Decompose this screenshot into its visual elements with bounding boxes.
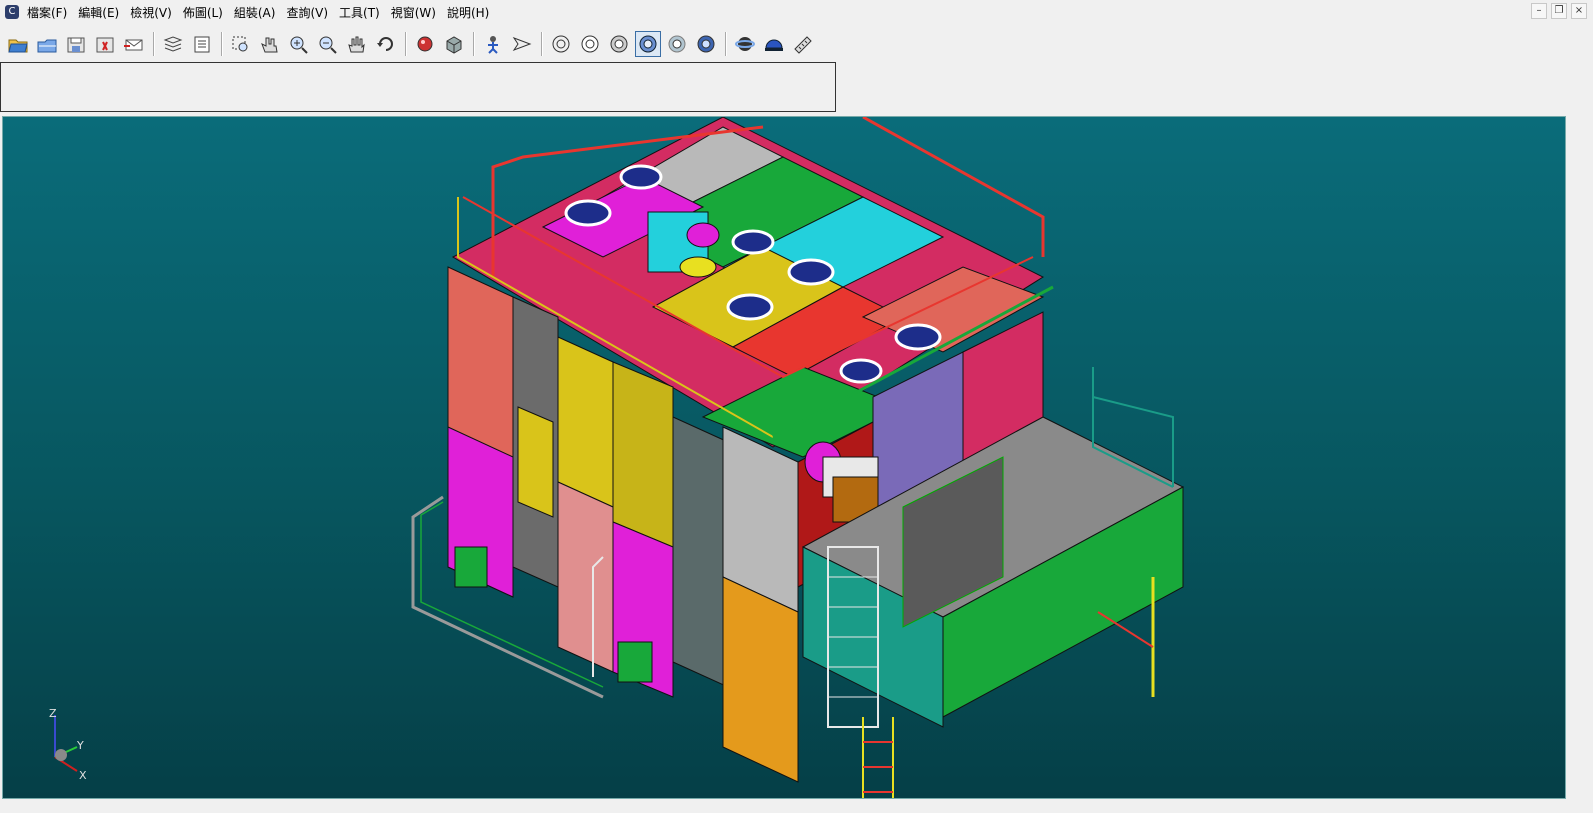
inner-frame xyxy=(672,416,729,688)
shaded-icon[interactable] xyxy=(607,32,631,56)
minimize-button[interactable]: – xyxy=(1531,3,1547,19)
plant-model[interactable] xyxy=(3,117,1566,799)
open-folder-icon[interactable] xyxy=(35,32,59,56)
wall-panel-pink xyxy=(557,481,614,673)
toolbar-separator xyxy=(153,32,155,56)
wireframe-icon[interactable] xyxy=(549,32,573,56)
helmet-icon[interactable] xyxy=(762,32,786,56)
main-toolbar xyxy=(0,28,860,60)
close-button[interactable]: × xyxy=(1571,3,1587,19)
toolbar-separator xyxy=(221,32,223,56)
orbit-icon[interactable] xyxy=(733,32,757,56)
realistic-icon[interactable] xyxy=(694,32,718,56)
measure-icon[interactable] xyxy=(791,32,815,56)
roof-hatch xyxy=(564,199,612,227)
wall-panel-orange xyxy=(722,576,799,783)
figure-icon[interactable] xyxy=(481,32,505,56)
duct-elbow xyxy=(686,222,720,248)
inner-panel xyxy=(517,406,554,518)
send-mail-icon[interactable] xyxy=(122,32,146,56)
zoom-window-icon[interactable] xyxy=(229,32,253,56)
menu-file[interactable]: 檔案(F) xyxy=(23,4,71,21)
menu-window[interactable]: 視窗(W) xyxy=(387,4,440,21)
restore-button[interactable]: ❐ xyxy=(1551,3,1567,19)
toolbar-separator xyxy=(541,32,543,56)
menu-help[interactable]: 說明(H) xyxy=(443,4,493,21)
rotate-icon[interactable] xyxy=(374,32,398,56)
menu-query[interactable]: 查詢(V) xyxy=(282,4,332,21)
command-panel[interactable] xyxy=(0,62,836,112)
menu-view[interactable]: 檢視(V) xyxy=(126,4,176,21)
menu-layout[interactable]: 佈圖(L) xyxy=(179,4,227,21)
toolbar-separator xyxy=(473,32,475,56)
hidden-line-icon[interactable] xyxy=(578,32,602,56)
box-view-icon[interactable] xyxy=(442,32,466,56)
roof-hatch xyxy=(619,164,663,190)
access-door xyxy=(617,641,653,683)
roof-hatch xyxy=(726,293,774,321)
zoom-out-icon[interactable] xyxy=(316,32,340,56)
roof-hatch xyxy=(787,258,835,286)
menu-bar: C 檔案(F) 編輯(E) 檢視(V) 佈圖(L) 組裝(A) 查詢(V) 工具… xyxy=(0,0,1593,24)
wall-panel-yellow xyxy=(557,336,614,508)
shaded-edges-icon[interactable] xyxy=(635,31,661,57)
save-as-icon[interactable] xyxy=(93,32,117,56)
fly-through-icon[interactable] xyxy=(510,32,534,56)
menu-edit[interactable]: 編輯(E) xyxy=(74,4,123,21)
save-icon[interactable] xyxy=(64,32,88,56)
toolbar-separator xyxy=(405,32,407,56)
roof-hatch xyxy=(731,229,775,255)
model-viewport[interactable]: Z Y X xyxy=(2,116,1566,799)
axis-z-label: Z xyxy=(49,707,57,720)
zoom-hand-icon[interactable] xyxy=(258,32,282,56)
access-door xyxy=(454,546,488,588)
roof-hatch xyxy=(894,323,942,351)
open-file-icon[interactable] xyxy=(6,32,30,56)
axis-y-label: Y xyxy=(76,739,84,752)
layers-icon[interactable] xyxy=(161,32,185,56)
pan-hand-icon[interactable] xyxy=(345,32,369,56)
zoom-in-icon[interactable] xyxy=(287,32,311,56)
render-icon[interactable] xyxy=(413,32,437,56)
roof-hatch xyxy=(839,358,883,384)
axis-triad: Z Y X xyxy=(49,707,87,782)
duct-outlet xyxy=(679,256,717,278)
cad-app-icon[interactable]: C xyxy=(5,5,19,19)
menu-assembly[interactable]: 組裝(A) xyxy=(230,4,280,21)
transparent-icon[interactable] xyxy=(665,32,689,56)
properties-icon[interactable] xyxy=(190,32,214,56)
wall-panel-yellow xyxy=(612,361,674,548)
menu-tools[interactable]: 工具(T) xyxy=(335,4,384,21)
axis-x-label: X xyxy=(79,769,87,782)
toolbar-separator xyxy=(725,32,727,56)
